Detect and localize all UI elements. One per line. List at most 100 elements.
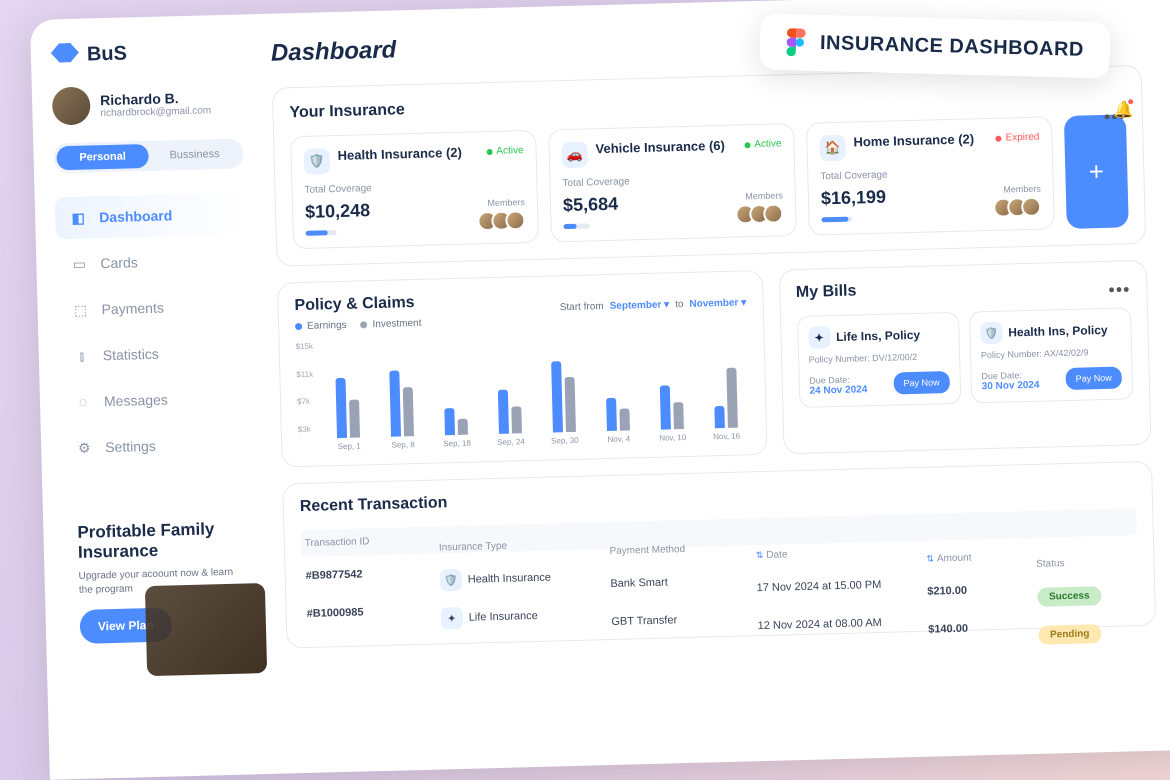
insurance-name: Health Insurance (2)	[337, 145, 462, 164]
insurance-card[interactable]: 🏠 Home Insurance (2) Expired Total Covera…	[806, 116, 1055, 235]
nav-payments[interactable]: ⬚Payments	[57, 284, 248, 331]
chart-bar	[498, 390, 509, 434]
members-label: Members	[735, 190, 783, 201]
members-label: Members	[993, 184, 1041, 195]
cards-icon: ▭	[70, 255, 88, 273]
my-bills-section: My Bills ••• ✦Life Ins, Policy Policy Nu…	[778, 260, 1151, 455]
chart-bar-group: Sep, 24	[486, 351, 534, 447]
banner-text: INSURANCE DASHBOARD	[820, 31, 1084, 61]
chart-bar	[445, 408, 456, 436]
progress-bar	[306, 230, 337, 236]
chart-bar	[458, 418, 468, 435]
chart-bar-group: Sep, 30	[540, 350, 588, 446]
promo-image	[145, 583, 267, 676]
chart-legend: Earnings Investment	[295, 318, 422, 332]
start-month-select[interactable]: September ▾	[610, 299, 670, 312]
chart-bar	[726, 368, 738, 428]
members-label: Members	[477, 197, 525, 208]
bills-more-icon[interactable]: •••	[1108, 279, 1130, 301]
brand-logo: BuS	[51, 38, 242, 67]
coverage-amount: $10,248	[305, 200, 371, 223]
nav-statistics[interactable]: ⫾Statistics	[58, 330, 249, 377]
brand-icon	[51, 43, 80, 68]
chart-x-label: Sep, 30	[551, 436, 579, 446]
bill-icon: 🛡️	[980, 322, 1003, 345]
dashboard-icon: ◧	[69, 209, 87, 227]
pay-now-button[interactable]: Pay Now	[1065, 367, 1122, 390]
tab-business[interactable]: Bussiness	[148, 142, 241, 168]
insurance-type-icon: 🚗	[561, 141, 588, 168]
coverage-amount: $5,684	[563, 194, 619, 216]
insurance-name: Vehicle Insurance (6)	[595, 138, 725, 157]
chart-bar	[660, 386, 671, 430]
chart-bar	[620, 409, 631, 431]
insurance-name: Home Insurance (2)	[853, 131, 974, 150]
user-email: richardbrock@gmail.com	[100, 105, 211, 119]
sidebar-nav: ◧Dashboard ▭Cards ⬚Payments ⫾Statistics …	[55, 192, 252, 469]
tab-personal[interactable]: Personal	[56, 144, 149, 170]
member-avatars	[477, 210, 526, 231]
insurance-card[interactable]: 🚗Vehicle Insurance (6) Active Total Cove…	[548, 123, 797, 242]
insurance-type-icon: 🏠	[819, 135, 846, 162]
legend-dot-earnings	[295, 323, 302, 330]
your-insurance-section: Your Insurance ••• 🛡️Health Insurance (2…	[272, 65, 1146, 267]
status-badge: Expired	[995, 132, 1039, 144]
policy-claims-section: Policy & Claims Earnings Investment Star…	[277, 270, 767, 468]
nav-messages[interactable]: ◌Messages	[59, 376, 250, 423]
chart-x-label: Sep, 24	[497, 437, 525, 447]
pay-now-button[interactable]: Pay Now	[893, 371, 950, 394]
tx-method: GBT Transfer	[611, 612, 757, 628]
chart-bar	[403, 387, 414, 436]
tx-type-icon: ✦	[440, 607, 463, 630]
chart-x-label: Nov, 4	[607, 434, 630, 444]
progress-bar	[564, 223, 591, 229]
coverage-label: Total Coverage	[304, 179, 524, 196]
end-month-select[interactable]: November ▾	[689, 297, 746, 309]
nav-cards[interactable]: ▭Cards	[56, 238, 247, 285]
notification-bell-icon[interactable]: 🔔	[1114, 100, 1132, 118]
tx-date: 12 Nov 2024 at 08.00 AM	[757, 616, 928, 632]
insurance-card[interactable]: 🛡️Health Insurance (2) Active Total Cove…	[290, 130, 539, 249]
tx-amount: $140.00	[928, 621, 1038, 636]
status-badge: Active	[486, 145, 524, 157]
add-insurance-button[interactable]: +	[1064, 114, 1129, 229]
messages-icon: ◌	[74, 393, 92, 411]
tx-status: Pending	[1038, 623, 1136, 645]
tx-type: 🛡️Health Insurance	[439, 565, 610, 591]
coverage-label: Total Coverage	[562, 172, 782, 189]
user-block[interactable]: Richardo B. richardbrock@gmail.com	[52, 82, 243, 125]
coverage-label: Total Coverage	[820, 166, 1040, 183]
chart-bar	[350, 399, 361, 438]
sidebar: BuS Richardo B. richardbrock@gmail.com P…	[30, 14, 280, 780]
member-avatars	[735, 203, 784, 224]
chart-bar-group: Nov, 4	[594, 348, 642, 444]
due-date: 30 Nov 2024	[982, 380, 1040, 393]
bill-card: 🛡️Health Ins, Policy Policy Number: AX/4…	[969, 307, 1134, 403]
app-window: BuS Richardo B. richardbrock@gmail.com P…	[30, 0, 1170, 780]
account-tabs: Personal Bussiness	[53, 138, 244, 173]
member-avatars	[993, 197, 1042, 218]
chart-bar	[565, 377, 576, 432]
due-date: 24 Nov 2024	[809, 384, 867, 397]
tx-title: Recent Transaction	[300, 476, 1136, 516]
policy-chart: $15k$11k$7k$3k Sep, 1Sep, 8Sep, 18Sep, 2…	[296, 330, 750, 452]
chart-bar	[390, 371, 402, 437]
nav-dashboard[interactable]: ◧Dashboard	[55, 192, 246, 239]
user-avatar	[52, 86, 91, 125]
th-id: Transaction ID	[305, 534, 439, 549]
chart-date-range: Start from September ▾ to November ▾	[560, 297, 747, 313]
bill-icon: ✦	[808, 326, 831, 349]
nav-settings[interactable]: ⚙Settings	[61, 422, 252, 469]
coverage-amount: $16,199	[821, 187, 887, 210]
promo-card: Profitable Family Insurance Upgrade your…	[63, 504, 257, 658]
promo-title: Profitable Family Insurance	[77, 519, 240, 564]
tx-id: #B9877542	[305, 566, 439, 582]
tx-status: Success	[1037, 585, 1135, 607]
settings-icon: ⚙	[75, 438, 93, 456]
policy-number: Policy Number: AX/42/02/9	[981, 347, 1121, 361]
main-content: Dashboard Your Insurance ••• 🛡️Health In…	[260, 0, 1170, 774]
brand-name: BuS	[87, 42, 128, 66]
bill-name: Life Ins, Policy	[836, 328, 920, 344]
policy-title: Policy & Claims	[294, 294, 421, 315]
chart-bar-group: Nov, 10	[647, 347, 695, 443]
